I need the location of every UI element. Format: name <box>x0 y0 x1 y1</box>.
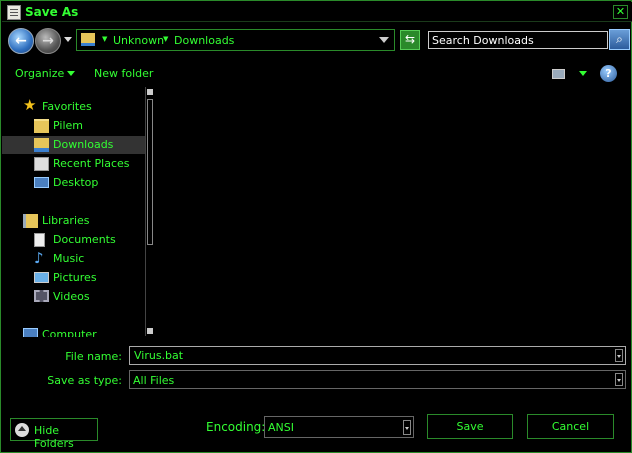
sidebar-item-label: Pilem <box>53 119 83 132</box>
organize-dropdown-icon[interactable] <box>67 71 75 76</box>
save-button[interactable]: Save <box>427 414 513 439</box>
folder-icon <box>34 119 49 133</box>
computer-icon <box>23 328 38 337</box>
chevron-right-icon[interactable]: ▼ <box>102 35 107 43</box>
chevron-up-icon <box>15 423 29 437</box>
cancel-button[interactable]: Cancel <box>527 414 614 439</box>
sidebar-item-music[interactable]: ♪ Music <box>2 250 145 268</box>
sidebar-item-downloads[interactable]: Downloads <box>2 136 145 154</box>
window-title: Save As <box>25 5 79 19</box>
scrollbar-thumb[interactable] <box>147 99 153 245</box>
refresh-button[interactable]: ⇆ <box>400 30 420 50</box>
encoding-label: Encoding: <box>206 420 266 434</box>
search-box[interactable] <box>428 31 608 49</box>
encoding-dropdown-icon[interactable] <box>403 420 411 435</box>
search-icon[interactable]: ⌕ <box>609 29 630 50</box>
libraries-icon <box>23 214 38 228</box>
change-view-icon[interactable] <box>552 69 565 79</box>
hide-folders-label: Hide Folders <box>34 424 74 450</box>
sidebar-item-label: Recent Places <box>53 157 130 170</box>
save-as-type-dropdown-icon[interactable] <box>615 373 623 386</box>
encoding-value: ANSI <box>268 421 294 434</box>
sidebar-item-videos[interactable]: Videos <box>2 288 145 306</box>
pictures-icon <box>34 272 49 283</box>
file-name-label: File name: <box>65 350 122 363</box>
sidebar-item-label: Videos <box>53 290 90 303</box>
sidebar-item-desktop[interactable]: Desktop <box>2 174 145 192</box>
sidebar-item-label: Documents <box>53 233 116 246</box>
view-options-dropdown-icon[interactable] <box>579 71 587 76</box>
documents-icon <box>34 233 45 247</box>
title-bar[interactable]: Save As ✕ <box>2 2 632 22</box>
breadcrumb-downloads[interactable]: Downloads <box>174 34 234 47</box>
music-note-icon: ♪ <box>34 249 44 267</box>
navigation-pane[interactable]: ★ Favorites Pilem Downloads Recent Place… <box>2 87 155 337</box>
sidebar-section-label: Computer <box>42 328 97 337</box>
save-as-type-select[interactable]: All Files <box>129 370 626 389</box>
file-list-pane[interactable] <box>157 87 631 337</box>
sidebar-item-pictures[interactable]: Pictures <box>2 269 145 287</box>
desktop-icon <box>34 177 49 188</box>
save-as-dialog: Save As ✕ ← → ▼ Unknown ▼ Downloads ⇆ ⌕ … <box>0 0 632 453</box>
scroll-down-arrow-icon[interactable] <box>147 328 153 334</box>
help-icon[interactable]: ? <box>600 65 617 82</box>
file-name-field[interactable] <box>129 346 626 365</box>
encoding-select[interactable]: ANSI <box>264 416 414 438</box>
sidebar-item-label: Desktop <box>53 176 99 189</box>
file-name-dropdown-icon[interactable] <box>615 349 623 362</box>
command-toolbar: Organize New folder ? <box>2 59 632 87</box>
downloads-folder-icon <box>34 138 49 152</box>
star-icon: ★ <box>23 96 37 114</box>
sidebar-section-favorites[interactable]: ★ Favorites <box>2 98 145 116</box>
videos-icon <box>34 290 49 302</box>
sidebar-item-pilem[interactable]: Pilem <box>2 117 145 135</box>
scroll-up-arrow-icon[interactable] <box>147 89 153 95</box>
recent-places-icon <box>34 157 49 171</box>
save-as-type-label: Save as type: <box>47 374 122 387</box>
sidebar-section-label: Favorites <box>42 100 92 113</box>
close-button[interactable]: ✕ <box>613 5 628 19</box>
back-button[interactable]: ← <box>8 28 34 54</box>
sidebar-section-label: Libraries <box>42 214 90 227</box>
hide-folders-button[interactable]: Hide Folders <box>10 418 98 450</box>
sidebar-section-libraries[interactable]: Libraries <box>2 212 145 230</box>
downloads-folder-icon <box>81 33 95 46</box>
new-folder-button[interactable]: New folder <box>94 67 153 80</box>
sidebar-item-recent-places[interactable]: Recent Places <box>2 155 145 173</box>
chevron-right-icon[interactable]: ▼ <box>163 35 168 43</box>
breadcrumb-unknown[interactable]: Unknown <box>113 34 164 47</box>
address-bar[interactable]: ▼ Unknown ▼ Downloads <box>76 29 395 51</box>
forward-button[interactable]: → <box>35 28 61 54</box>
sidebar-item-documents[interactable]: Documents <box>2 231 145 249</box>
save-as-type-value: All Files <box>133 374 175 387</box>
address-history-dropdown-icon[interactable] <box>379 37 389 43</box>
search-input[interactable] <box>429 32 607 48</box>
notepad-icon <box>7 5 21 20</box>
navigation-bar: ← → ▼ Unknown ▼ Downloads ⇆ ⌕ <box>2 23 632 57</box>
sidebar-item-label: Downloads <box>53 138 114 151</box>
sidebar-item-label: Pictures <box>53 271 97 284</box>
file-name-input[interactable] <box>130 347 625 364</box>
organize-button[interactable]: Organize <box>15 67 64 80</box>
recent-pages-dropdown-icon[interactable] <box>64 37 72 42</box>
navigation-pane-scrollbar[interactable] <box>145 87 154 336</box>
sidebar-item-label: Music <box>53 252 85 265</box>
sidebar-section-computer[interactable]: Computer <box>2 326 145 337</box>
